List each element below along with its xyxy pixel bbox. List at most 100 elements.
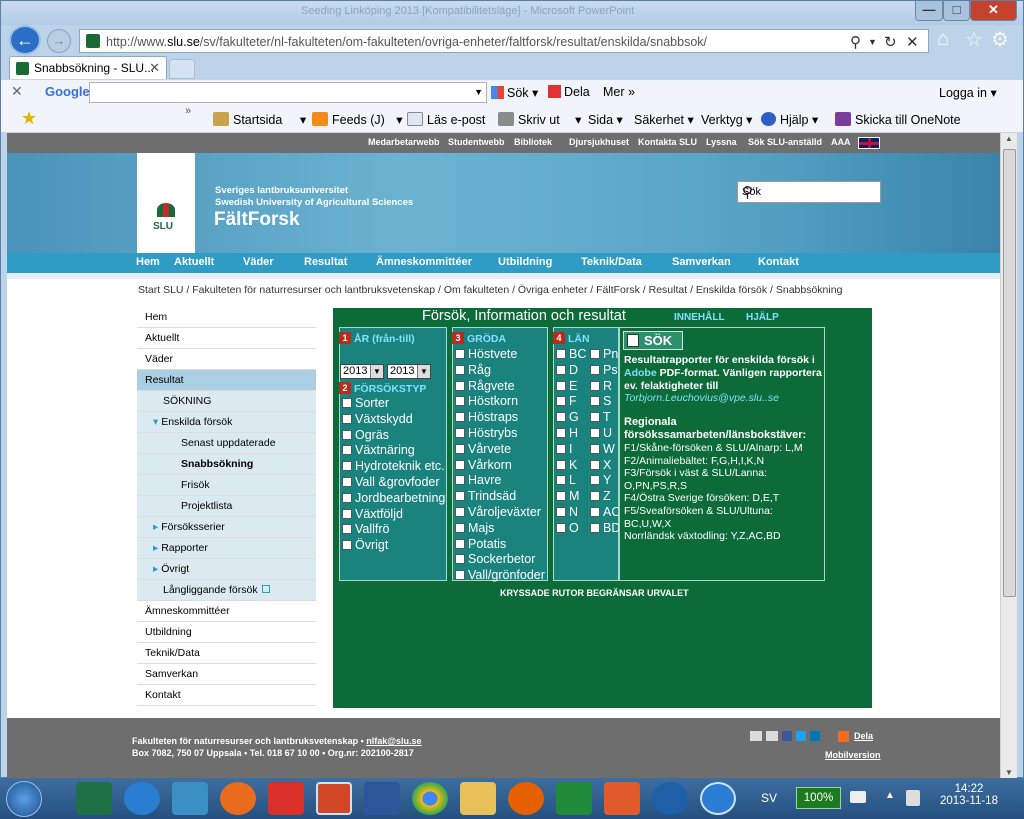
checkbox-box[interactable] [590,380,600,391]
sidebar-item[interactable]: ▾ Enskilda försök [137,412,316,433]
county-checkbox[interactable]: U [590,426,612,440]
county-checkbox[interactable]: Y [590,473,611,487]
toplink-medarbetarwebb[interactable]: Medarbetarwebb [368,137,440,147]
sidebar-item[interactable]: Aktuellt [137,328,316,349]
sidebar-item[interactable]: Teknik/Data [137,643,316,664]
type-checkbox[interactable]: Hydroteknik etc. [342,459,445,473]
crop-checkbox[interactable]: Våroljeväxter [455,505,541,519]
checkbox-box[interactable] [455,507,465,517]
nav-vader[interactable]: Väder [243,256,274,268]
county-checkbox[interactable]: F [556,394,577,408]
print-menu[interactable]: Skriv ut ▾ [498,112,581,127]
checkbox-box[interactable] [556,412,566,423]
type-checkbox[interactable]: Växtföljd [342,507,403,521]
toplink-bibliotek[interactable]: Bibliotek [514,137,552,147]
checkbox-box[interactable] [342,445,352,456]
nav-kontakt[interactable]: Kontakt [758,256,799,268]
checkbox-box[interactable] [455,538,465,549]
start-button-icon[interactable] [6,781,42,817]
footer-share-link[interactable]: Dela [854,731,873,741]
checkbox-box[interactable] [590,459,600,470]
checkbox-box[interactable] [556,507,566,517]
checkbox-box[interactable] [455,364,465,375]
minimize-button[interactable]: — [915,1,943,21]
people-app-icon[interactable] [172,782,208,815]
sidebar-item[interactable]: Resultat [137,370,316,391]
power-plug-icon[interactable] [850,791,866,803]
nav-resultat[interactable]: Resultat [304,256,347,268]
county-checkbox[interactable]: Z [590,489,611,503]
facebook-icon[interactable] [782,731,792,741]
gear-icon[interactable]: ⚙ [991,27,1009,52]
excel-icon[interactable] [76,782,112,815]
checkbox-box[interactable] [455,428,465,438]
red-app-icon[interactable] [268,782,304,815]
county-checkbox[interactable]: K [556,458,577,472]
system-clock[interactable]: 14:22 2013-11-18 [940,783,998,807]
checkbox-box[interactable] [590,396,600,407]
checkbox-box[interactable] [455,491,465,502]
wrench-icon[interactable]: ✕ [11,83,23,100]
help-link[interactable]: HJÄLP [746,312,779,323]
orange-app-icon[interactable] [604,782,640,815]
sidebar-item[interactable]: Hem [137,307,316,328]
checkbox-box[interactable] [455,396,465,407]
text-size-toggle[interactable]: AAA [831,137,851,147]
type-checkbox[interactable]: Jordbearbetning [342,491,445,505]
search-submit-button[interactable]: SÖK [623,331,683,350]
crop-checkbox[interactable]: Vårkorn [455,458,512,472]
checkbox-box[interactable] [556,443,566,454]
checkbox-box[interactable] [590,522,600,533]
sidebar-item[interactable]: Utbildning [137,622,316,643]
type-checkbox[interactable]: Övrigt [342,538,388,552]
print-icon[interactable] [766,731,778,741]
battery-indicator[interactable]: 100% [796,787,841,809]
google-share-button[interactable]: Dela [548,85,590,99]
checkbox-box[interactable] [590,428,600,438]
county-checkbox[interactable]: X [590,458,611,472]
favorites-star-icon[interactable]: ☆ [965,27,983,52]
home-menu[interactable]: Startsida ▾ [213,112,306,127]
crop-checkbox[interactable]: Potatis [455,537,506,551]
type-checkbox[interactable]: Sorter [342,396,389,410]
close-button[interactable]: ✕ [970,1,1017,21]
county-checkbox[interactable]: S [590,394,611,408]
search-icon[interactable]: ⚲ [742,183,877,201]
checkbox-box[interactable] [455,522,465,533]
word-icon[interactable] [364,782,400,815]
network-icon[interactable] [906,790,920,806]
county-checkbox[interactable]: BC [556,347,586,361]
tab-close-icon[interactable]: ✕ [149,60,160,76]
crop-checkbox[interactable]: Höstkorn [455,394,518,408]
tab-snabbsokning[interactable]: Snabbsökning - SLU... ✕ [9,56,167,79]
twitter-icon[interactable] [796,731,806,741]
file-explorer-icon[interactable] [460,782,496,815]
checkbox-box[interactable] [342,461,352,472]
checkbox-box[interactable] [556,428,566,438]
help-menu[interactable]: Hjälp ▾ [761,112,818,127]
maximize-button[interactable]: □ [943,1,970,21]
green-leaf-app-icon[interactable] [556,782,592,815]
year-from-select[interactable]: 2013 ▼ [340,364,384,379]
crop-checkbox[interactable]: Majs [455,521,494,535]
sidebar-item[interactable]: Snabbsökning [137,454,316,475]
sidebar-item[interactable]: Senast uppdaterade [137,433,316,454]
toplink-lyssna[interactable]: Lyssna [706,137,737,147]
checkbox-box[interactable] [455,459,465,470]
uk-flag-icon[interactable] [858,137,880,149]
checkbox-box[interactable] [455,475,465,486]
checkbox-box[interactable] [556,349,566,359]
onenote-button[interactable]: Skicka till OneNote [835,112,961,127]
checkbox-box[interactable] [556,475,566,486]
checkbox-box[interactable] [590,507,600,517]
checkbox-box[interactable] [556,491,566,502]
checkbox-box[interactable] [556,364,566,375]
toplink-djursjukhuset[interactable]: Djursjukhuset [569,137,629,147]
checkbox-box[interactable] [556,459,566,470]
type-checkbox[interactable]: Vallfrö [342,522,390,536]
checkbox-box[interactable] [556,396,566,407]
scroll-down-icon[interactable]: ▼ [1005,768,1013,777]
address-bar[interactable]: http://www.slu.se/sv/fakulteter/nl-fakul… [79,29,929,53]
checkbox-box[interactable] [342,524,352,535]
powerpoint-icon[interactable] [316,782,352,815]
